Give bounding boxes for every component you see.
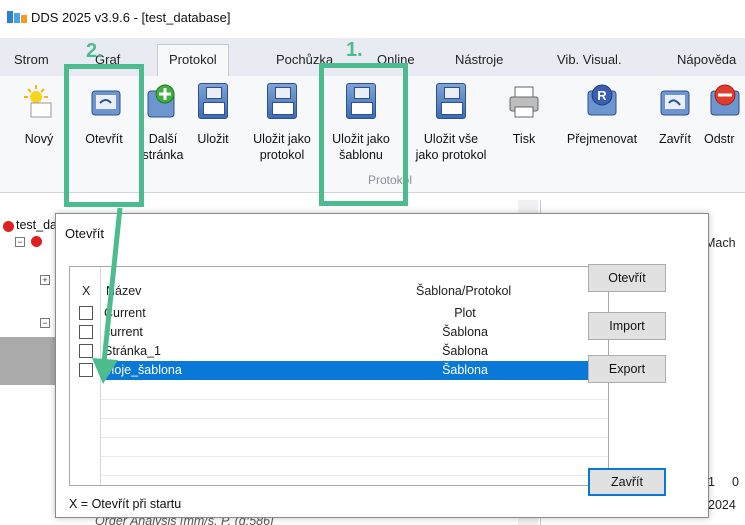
save-all-label: Uložit vše jako protokol [415,132,487,162]
column-header-x[interactable]: X [82,284,90,298]
import-button[interactable]: Import [588,312,666,340]
svg-text:R: R [597,88,607,103]
tab-vib-visual[interactable]: Vib. Visual. [557,52,622,67]
row-name: Stránka_1 [104,344,161,358]
new-label: Nový [24,132,54,146]
new-icon [24,85,52,118]
title-bar: DDS 2025 v3.9.6 - [test_database] [0,0,745,38]
startup-checkbox[interactable] [79,325,93,339]
save-as-protocol-label: Uložit jako protokol [253,132,311,162]
list-row[interactable]: Current Plot [70,304,608,323]
row-type: Plot [454,306,476,320]
row-type: Šablona [442,363,488,377]
tab-strom[interactable]: Strom [14,52,49,67]
right-value-2: 0 [732,475,739,489]
save-icon [198,83,228,119]
startup-checkbox[interactable] [79,306,93,320]
grid-line [101,456,608,457]
row-name: Current [104,306,146,320]
delete-button[interactable]: Odstr [702,76,745,193]
column-header-name[interactable]: Název [106,284,141,298]
annotation-box-step2 [64,64,144,207]
list-row[interactable]: current Šablona [70,323,608,342]
close-document-button[interactable]: Zavřít [650,76,700,193]
grid-line [101,399,608,400]
annotation-step2-label: 2. [86,40,103,62]
export-button[interactable]: Export [588,355,666,383]
save-all-button[interactable]: Uložit vše jako protokol [402,76,500,193]
save-label: Uložit [197,132,229,146]
right-pane-header: Mach [705,236,736,250]
app-logo-icon [7,11,27,23]
window-title: DDS 2025 v3.9.6 - [test_database] [31,10,231,25]
startup-checkbox[interactable] [79,344,93,358]
right-value-1: 1 [708,475,715,489]
print-icon [509,86,539,118]
annotation-step1-label: 1. [346,39,363,61]
save-all-icon [436,83,466,119]
column-header-type[interactable]: Šablona/Protokol [416,284,511,298]
close-dialog-button[interactable]: Zavřít [588,468,666,496]
close-document-label: Zavřít [659,132,691,146]
annotation-box-step1 [319,63,408,206]
delete-icon [710,84,740,116]
open-dialog: Otevřít X Název Šablona/Protokol Current… [55,213,709,518]
save-as-icon [267,83,297,119]
rename-button[interactable]: R Přejmenovat [556,76,648,193]
grid-line [101,418,608,419]
right-value-3: 2024 [708,498,736,512]
print-label: Tisk [512,132,536,146]
add-page-label: Další stránka [142,132,184,162]
tab-protokol[interactable]: Protokol [157,44,229,77]
open-template-button[interactable]: Otevřít [588,264,666,292]
grid-line [101,475,608,476]
delete-label: Odstr [704,132,735,146]
tree-collapse-icon-2[interactable]: − [40,318,50,328]
add-page-icon [147,84,175,118]
rename-label: Přejmenovat [566,132,638,146]
tab-napoveda[interactable]: Nápověda [677,52,736,67]
grid-line [101,437,608,438]
add-page-button[interactable]: Další stránka [138,76,186,193]
row-type: Šablona [442,325,488,339]
dialog-title: Otevřít [65,226,105,241]
row-name: current [104,325,143,339]
list-row[interactable]: Stránka_1 Šablona [70,342,608,361]
list-row-selected[interactable]: Moje_šablona Šablona [70,361,608,380]
new-button[interactable]: Nový [18,76,58,193]
tree-node-status-icon [31,236,42,247]
tree-expand-icon[interactable]: + [40,275,50,285]
rename-icon: R [587,84,617,116]
tree-collapse-icon[interactable]: − [15,237,25,247]
dialog-footer-note: X = Otevřít při startu [69,497,182,511]
template-list[interactable]: X Název Šablona/Protokol Current Plot cu… [69,266,609,486]
close-doc-icon [660,90,690,116]
row-name: Moje_šablona [102,361,608,380]
startup-checkbox[interactable] [79,363,93,377]
tab-nastroje[interactable]: Nástroje [455,52,503,67]
save-as-protocol-button[interactable]: Uložit jako protokol [244,76,320,193]
save-button[interactable]: Uložit [190,76,236,193]
row-type: Šablona [442,344,488,358]
print-button[interactable]: Tisk [500,76,548,193]
tree-root-status-icon [3,221,14,232]
